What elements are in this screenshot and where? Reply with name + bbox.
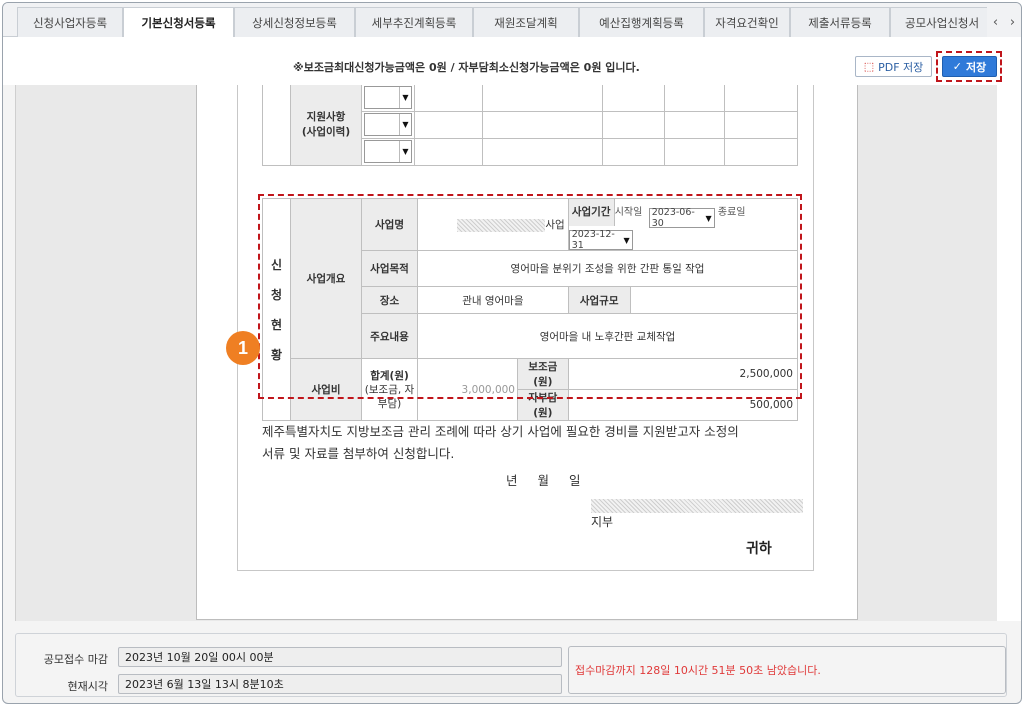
tab-public-application[interactable]: 공모사업신청서 xyxy=(890,7,988,37)
form-border: 지원사항 (사업이력) ▼ ▼ ▼ 신 청 현 황 사업개요 사업명 사업 사업… xyxy=(237,85,814,571)
application-window: 신청사업자등록 기본신청서등록 상세신청정보등록 세부추진계획등록 재원조달계획… xyxy=(2,2,1022,704)
tab-document-submission[interactable]: 제출서류등록 xyxy=(790,7,890,37)
save-label: 저장 xyxy=(965,60,987,74)
dropdown-arrow-icon: ▼ xyxy=(399,86,411,108)
date-line: 년 월 일 xyxy=(506,473,581,488)
chevron-right-icon[interactable]: › xyxy=(1010,15,1015,30)
history-select-3[interactable]: ▼ xyxy=(364,140,412,163)
deadline-panel: 공모접수 마감 2023년 10월 20일 00시 00분 현재시각 2023년… xyxy=(15,633,1007,697)
declaration-text: 제주특별자치도 지방보조금 관리 조례에 따라 상기 사업에 필요한 경비를 지… xyxy=(262,424,739,461)
check-icon: ✓ xyxy=(952,60,962,73)
dropdown-arrow-icon: ▼ xyxy=(399,141,411,162)
recipient-label: 귀하 xyxy=(746,541,772,557)
document-viewer[interactable]: 지원사항 (사업이력) ▼ ▼ ▼ 신 청 현 황 사업개요 사업명 사업 사업… xyxy=(15,85,997,621)
history-select-2[interactable]: ▼ xyxy=(364,113,412,136)
deadline-label: 공모접수 마감 xyxy=(43,653,108,666)
tab-detail-application-info[interactable]: 상세신청정보등록 xyxy=(234,7,355,37)
tab-bar: 신청사업자등록 기본신청서등록 상세신청정보등록 세부추진계획등록 재원조달계획… xyxy=(3,3,1021,38)
tab-basic-application[interactable]: 기본신청서등록 xyxy=(123,7,234,38)
history-select-1[interactable]: ▼ xyxy=(364,85,412,109)
viewer-gutter xyxy=(997,85,1021,621)
chevron-left-icon[interactable]: ‹ xyxy=(993,15,998,30)
toolbar-row: ※보조금최대신청가능금액은 0원 / 자부담최소신청가능금액은 0원 입니다. … xyxy=(3,37,1021,121)
save-button[interactable]: ✓ 저장 xyxy=(942,56,997,77)
current-time-label: 현재시각 xyxy=(67,680,108,693)
support-history-label: 지원사항 (사업이력) xyxy=(290,85,362,166)
application-status-highlight xyxy=(258,194,802,399)
remaining-time-message: 접수마감까지 128일 10시간 51분 50초 남았습니다. xyxy=(568,646,1006,694)
pdf-save-label: PDF 저장 xyxy=(878,60,924,74)
step-badge-1: 1 xyxy=(226,331,260,365)
current-time-field: 2023년 6월 13일 13시 8분10초 xyxy=(118,674,562,694)
dropdown-arrow-icon: ▼ xyxy=(399,114,411,135)
pdf-save-button[interactable]: ⬚ PDF 저장 xyxy=(855,56,932,77)
signer-suffix: 지부 xyxy=(591,515,614,529)
signer-line: 지부 xyxy=(591,499,803,529)
grant-limit-notice: ※보조금최대신청가능금액은 0원 / 자부담최소신청가능금액은 0원 입니다. xyxy=(293,61,640,74)
tab-funding-plan[interactable]: 재원조달계획 xyxy=(473,7,579,37)
tab-scroll-controls: ‹ › xyxy=(987,7,1021,37)
redacted-signer xyxy=(591,499,803,513)
tab-detailed-plan[interactable]: 세부추진계획등록 xyxy=(355,7,473,37)
support-history-table: 지원사항 (사업이력) ▼ ▼ ▼ xyxy=(262,85,798,166)
tab-applicant-registration[interactable]: 신청사업자등록 xyxy=(17,7,123,37)
tab-eligibility-check[interactable]: 자격요건확인 xyxy=(704,7,790,37)
tab-budget-execution[interactable]: 예산집행계획등록 xyxy=(579,7,704,37)
pdf-icon: ⬚ xyxy=(863,60,875,73)
deadline-field: 2023년 10월 20일 00시 00분 xyxy=(118,647,562,667)
application-form-page: 지원사항 (사업이력) ▼ ▼ ▼ 신 청 현 황 사업개요 사업명 사업 사업… xyxy=(196,85,858,620)
